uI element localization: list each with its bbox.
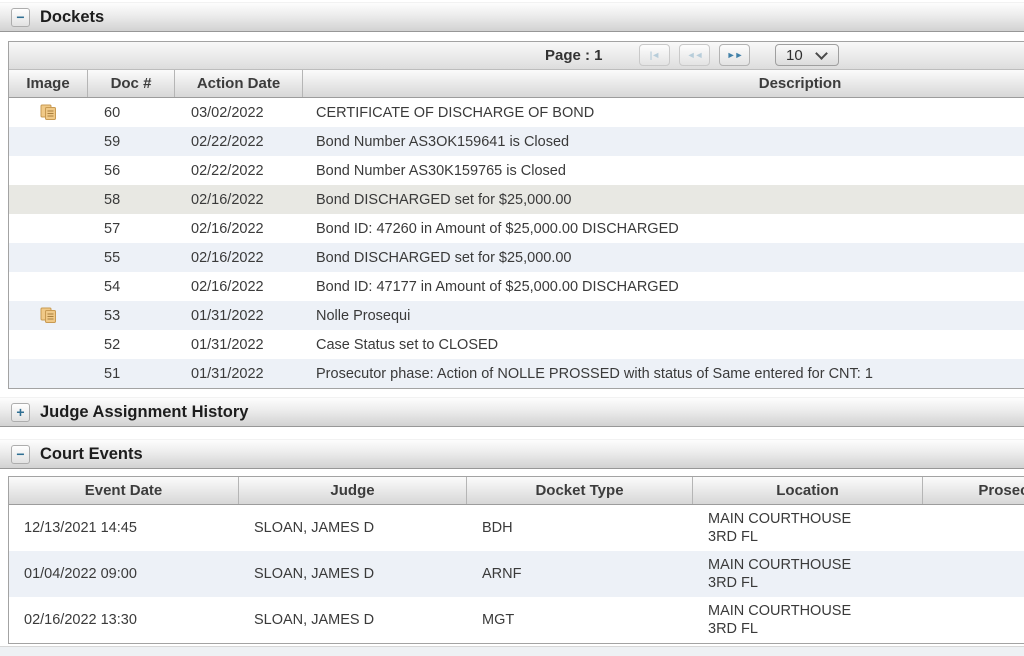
docket-description: Bond DISCHARGED set for $25,000.00 (303, 192, 1024, 208)
event-location: MAIN COURTHOUSE3RD FL (693, 602, 923, 638)
event-judge: SLOAN, JAMES D (239, 566, 467, 582)
docket-image-cell (9, 307, 88, 324)
event-judge: SLOAN, JAMES D (239, 612, 467, 628)
dockets-pagination-toolbar: Page : 1 |◄ ◄◄ ►► 10 (9, 42, 1024, 70)
judge-history-section-title: Judge Assignment History (40, 403, 248, 422)
docket-action-date: 01/31/2022 (175, 337, 303, 353)
docket-description: Nolle Prosequi (303, 308, 1024, 324)
docket-action-date: 02/16/2022 (175, 192, 303, 208)
docket-row[interactable]: 59 02/22/2022 Bond Number AS3OK159641 is… (9, 127, 1024, 156)
event-location: MAIN COURTHOUSE3RD FL (693, 556, 923, 592)
docket-description: Bond DISCHARGED set for $25,000.00 (303, 250, 1024, 266)
court-events-table: Event Date Judge Docket Type Location Pr… (8, 476, 1024, 644)
docket-number: 57 (88, 221, 175, 237)
docket-action-date: 03/02/2022 (175, 105, 303, 121)
prev-page-icon: ◄◄ (687, 50, 703, 60)
court-event-row[interactable]: 01/04/2022 09:00 SLOAN, JAMES D ARNF MAI… (9, 551, 1024, 597)
docket-row[interactable]: 57 02/16/2022 Bond ID: 47260 in Amount o… (9, 214, 1024, 243)
court-events-rows: 12/13/2021 14:45 SLOAN, JAMES D BDH MAIN… (9, 505, 1024, 643)
collapse-icon[interactable]: − (11, 8, 30, 27)
dockets-section-title: Dockets (40, 8, 104, 27)
docket-number: 56 (88, 163, 175, 179)
docket-row[interactable]: 60 03/02/2022 CERTIFICATE OF DISCHARGE O… (9, 98, 1024, 127)
docket-number: 55 (88, 250, 175, 266)
first-page-icon: |◄ (650, 50, 659, 60)
column-header-action-date[interactable]: Action Date (175, 70, 303, 97)
docket-number: 59 (88, 134, 175, 150)
event-date: 12/13/2021 14:45 (9, 520, 239, 536)
docket-action-date: 01/31/2022 (175, 366, 303, 382)
column-header-image[interactable]: Image (9, 70, 88, 97)
chevron-down-icon (815, 47, 828, 60)
docket-row[interactable]: 55 02/16/2022 Bond DISCHARGED set for $2… (9, 243, 1024, 272)
docket-row[interactable]: 53 01/31/2022 Nolle Prosequi (9, 301, 1024, 330)
docket-action-date: 02/22/2022 (175, 163, 303, 179)
dockets-table: Page : 1 |◄ ◄◄ ►► 10 Image Doc # Action … (8, 41, 1024, 389)
dockets-column-headers: Image Doc # Action Date Description (9, 70, 1024, 98)
court-event-row[interactable]: 12/13/2021 14:45 SLOAN, JAMES D BDH MAIN… (9, 505, 1024, 551)
docket-description: Bond Number AS3OK159641 is Closed (303, 134, 1024, 150)
docket-action-date: 02/22/2022 (175, 134, 303, 150)
docket-description: Bond Number AS30K159765 is Closed (303, 163, 1024, 179)
docket-description: Case Status set to CLOSED (303, 337, 1024, 353)
document-pages-icon[interactable] (40, 307, 58, 324)
document-pages-icon[interactable] (40, 104, 58, 121)
column-header-event-date[interactable]: Event Date (9, 477, 239, 504)
first-page-button[interactable]: |◄ (639, 44, 670, 66)
page-indicator: Page : 1 (545, 42, 603, 69)
docket-number: 53 (88, 308, 175, 324)
docket-row[interactable]: 58 02/16/2022 Bond DISCHARGED set for $2… (9, 185, 1024, 214)
court-events-column-headers: Event Date Judge Docket Type Location Pr… (9, 477, 1024, 505)
event-date: 02/16/2022 13:30 (9, 612, 239, 628)
event-docket-type: BDH (467, 520, 693, 536)
next-page-button[interactable]: ►► (719, 44, 750, 66)
docket-row[interactable]: 52 01/31/2022 Case Status set to CLOSED (9, 330, 1024, 359)
docket-description: Prosecutor phase: Action of NOLLE PROSSE… (303, 366, 1024, 382)
docket-image-cell (9, 104, 88, 121)
docket-description: CERTIFICATE OF DISCHARGE OF BOND (303, 105, 1024, 121)
docket-description: Bond ID: 47177 in Amount of $25,000.00 D… (303, 279, 1024, 295)
docket-action-date: 02/16/2022 (175, 279, 303, 295)
event-location: MAIN COURTHOUSE3RD FL (693, 510, 923, 546)
pager-buttons: |◄ ◄◄ ►► (639, 44, 750, 66)
docket-number: 58 (88, 192, 175, 208)
docket-number: 51 (88, 366, 175, 382)
docket-row[interactable]: 54 02/16/2022 Bond ID: 47177 in Amount o… (9, 272, 1024, 301)
horizontal-scrollbar-track[interactable] (0, 646, 1024, 656)
court-events-section-title: Court Events (40, 445, 143, 464)
column-header-doc-number[interactable]: Doc # (88, 70, 175, 97)
docket-action-date: 01/31/2022 (175, 308, 303, 324)
next-page-icon: ►► (727, 50, 743, 60)
event-docket-type: MGT (467, 612, 693, 628)
docket-number: 60 (88, 105, 175, 121)
event-docket-type: ARNF (467, 566, 693, 582)
column-header-prosecutor[interactable]: Prosecutor (923, 477, 1024, 504)
page-size-value: 10 (776, 47, 817, 64)
docket-row[interactable]: 51 01/31/2022 Prosecutor phase: Action o… (9, 359, 1024, 388)
docket-row[interactable]: 56 02/22/2022 Bond Number AS30K159765 is… (9, 156, 1024, 185)
docket-description: Bond ID: 47260 in Amount of $25,000.00 D… (303, 221, 1024, 237)
court-events-section-header: − Court Events (0, 439, 1024, 469)
event-judge: SLOAN, JAMES D (239, 520, 467, 536)
collapse-icon[interactable]: − (11, 445, 30, 464)
dockets-section-header: − Dockets (0, 2, 1024, 32)
column-header-judge[interactable]: Judge (239, 477, 467, 504)
page-size-select[interactable]: 10 (775, 44, 839, 66)
column-header-location[interactable]: Location (693, 477, 923, 504)
expand-icon[interactable]: + (11, 403, 30, 422)
docket-action-date: 02/16/2022 (175, 221, 303, 237)
event-date: 01/04/2022 09:00 (9, 566, 239, 582)
docket-action-date: 02/16/2022 (175, 250, 303, 266)
docket-number: 52 (88, 337, 175, 353)
judge-history-section-header: + Judge Assignment History (0, 397, 1024, 427)
dockets-rows: 60 03/02/2022 CERTIFICATE OF DISCHARGE O… (9, 98, 1024, 388)
docket-number: 54 (88, 279, 175, 295)
court-event-row[interactable]: 02/16/2022 13:30 SLOAN, JAMES D MGT MAIN… (9, 597, 1024, 643)
column-header-docket-type[interactable]: Docket Type (467, 477, 693, 504)
column-header-description[interactable]: Description (303, 70, 1024, 97)
prev-page-button[interactable]: ◄◄ (679, 44, 710, 66)
